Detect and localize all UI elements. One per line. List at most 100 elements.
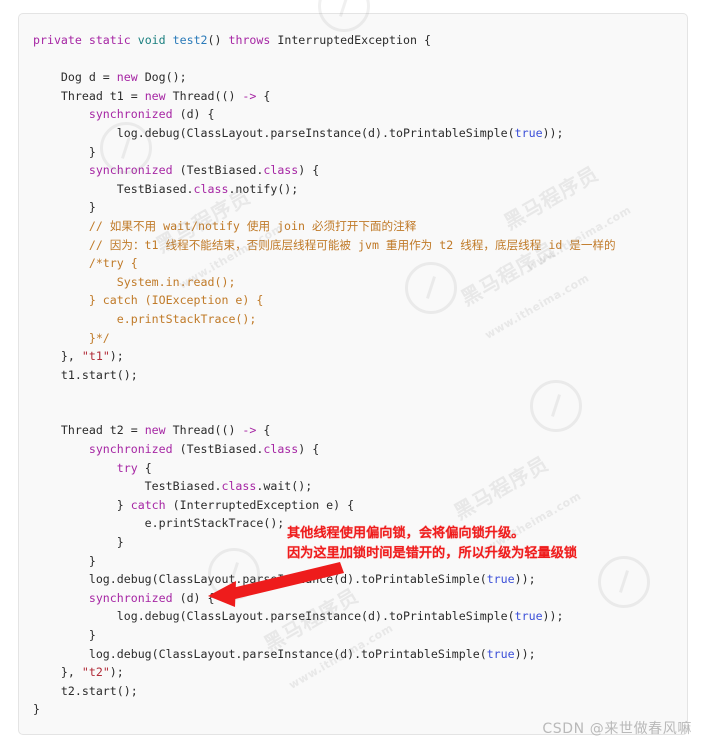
code-token: ));	[542, 609, 564, 624]
code-token: }	[33, 144, 96, 159]
code-token: class	[263, 442, 299, 457]
code-token: ) {	[298, 442, 320, 457]
code-line: System.in.read();	[33, 273, 687, 292]
code-token: t1.start();	[33, 367, 138, 382]
red-arrow-icon	[208, 562, 344, 607]
code-token: class	[221, 479, 257, 494]
code-line: // 如果不用 wait/notify 使用 join 必须打开下面的注释	[33, 217, 687, 236]
code-token: synchronized	[88, 590, 180, 605]
code-line: } catch (IOException e) {	[33, 291, 687, 310]
code-token: }	[33, 628, 96, 642]
code-line: synchronized (d) {	[33, 589, 687, 608]
code-token: {	[263, 423, 271, 438]
code-line: synchronized (d) {	[33, 105, 687, 124]
code-line: Thread t2 = new Thread(() -> {	[33, 421, 687, 440]
code-token: Dog();	[144, 70, 187, 85]
code-line: }	[33, 700, 687, 719]
code-token: synchronized	[88, 163, 180, 178]
code-token: Thread t1 =	[33, 88, 145, 103]
code-token: TestBiased.	[33, 181, 194, 196]
code-token: (InterruptedException e) {	[172, 497, 355, 512]
code-token: synchronized	[88, 442, 180, 457]
code-line: log.debug(ClassLayout.parseInstance(d).t…	[33, 607, 687, 626]
code-token: // 如果不用 wait/notify 使用 join 必须打开下面的注释	[33, 218, 417, 233]
code-token: .notify();	[228, 181, 299, 196]
code-line: log.debug(ClassLayout.parseInstance(d).t…	[33, 645, 687, 664]
code-line: /*try {	[33, 254, 687, 273]
code-token: ()	[207, 33, 229, 47]
code-line: Dog d = new Dog();	[33, 68, 687, 87]
code-token: TestBiased.	[33, 479, 222, 494]
code-token: "t2"	[81, 665, 110, 680]
code-token: t2.start();	[33, 683, 138, 698]
code-token: } catch (IOException e) {	[33, 293, 264, 308]
code-token: }	[33, 497, 131, 512]
code-token: Thread(()	[172, 423, 243, 438]
code-line: log.debug(ClassLayout.parseInstance(d).t…	[33, 124, 687, 143]
csdn-watermark: CSDN @来世做春风嘛	[542, 721, 692, 737]
code-token: log.debug(ClassLayout.parseInstance(d).t…	[33, 125, 515, 140]
code-line: }*/	[33, 329, 687, 348]
code-token: Thread t2 =	[33, 423, 145, 438]
code-token: InterruptedException {	[277, 33, 431, 47]
code-token: ->	[242, 88, 264, 103]
code-token: new	[144, 423, 173, 438]
code-token: static	[88, 33, 138, 47]
code-line: }, "t2");	[33, 663, 687, 682]
code-token: true	[486, 646, 515, 661]
code-line: TestBiased.class.notify();	[33, 180, 687, 199]
code-line: synchronized (TestBiased.class) {	[33, 161, 687, 180]
code-line: log.debug(ClassLayout.parseInstance(d).t…	[33, 570, 687, 589]
code-line: }	[33, 143, 687, 162]
code-token: true	[514, 125, 543, 140]
code-token: );	[109, 349, 124, 364]
code-token: throws	[228, 33, 278, 47]
code-token: "t1"	[81, 349, 110, 364]
code-token: (TestBiased.	[179, 442, 264, 457]
code-token: try	[116, 460, 145, 475]
code-token: test2	[172, 33, 208, 47]
code-line: e.printStackTrace();	[33, 310, 687, 329]
code-token: .wait();	[256, 479, 313, 494]
code-token: },	[33, 349, 82, 364]
code-token: class	[193, 181, 229, 196]
annotation-line-1: 其他线程使用偏向锁，会将偏向锁升级。	[287, 526, 525, 541]
code-line: Thread t1 = new Thread(() -> {	[33, 87, 687, 106]
code-token: void	[137, 33, 173, 47]
code-token: private	[33, 33, 89, 47]
code-token: synchronized	[88, 107, 180, 122]
code-token: Thread(()	[172, 88, 243, 103]
code-line: try {	[33, 459, 687, 478]
code-token: ->	[242, 423, 264, 438]
code-token: new	[116, 70, 145, 85]
code-token: new	[144, 88, 173, 103]
code-line: } catch (InterruptedException e) {	[33, 496, 687, 515]
red-annotation-note: 其他线程使用偏向锁，会将偏向锁升级。 因为这里加锁时间是错开的，所以升级为轻量级…	[287, 524, 577, 564]
code-token: true	[514, 609, 543, 624]
code-token: System.in.read();	[33, 274, 236, 289]
code-token: ) {	[298, 163, 320, 178]
code-token: (d) {	[179, 107, 215, 122]
code-token: Dog d =	[33, 70, 117, 85]
code-token: },	[33, 665, 82, 680]
code-token: true	[486, 572, 515, 587]
java-source-code[interactable]: private static void test2() throws Inter…	[33, 31, 687, 719]
code-line: t1.start();	[33, 366, 687, 385]
code-token: e.printStackTrace();	[33, 516, 285, 531]
code-line: }	[33, 626, 687, 645]
code-line: synchronized (TestBiased.class) {	[33, 440, 687, 459]
code-token: (TestBiased.	[179, 163, 264, 178]
code-token: log.debug(ClassLayout.parseInstance(d).t…	[33, 646, 487, 661]
code-line: // 因为：t1 线程不能结束，否则底层线程可能被 jvm 重用作为 t2 线程…	[33, 236, 687, 255]
code-token: class	[263, 163, 299, 178]
code-token: /*try {	[33, 256, 138, 271]
code-block-card: private static void test2() throws Inter…	[18, 13, 688, 735]
code-token: }	[33, 702, 40, 717]
